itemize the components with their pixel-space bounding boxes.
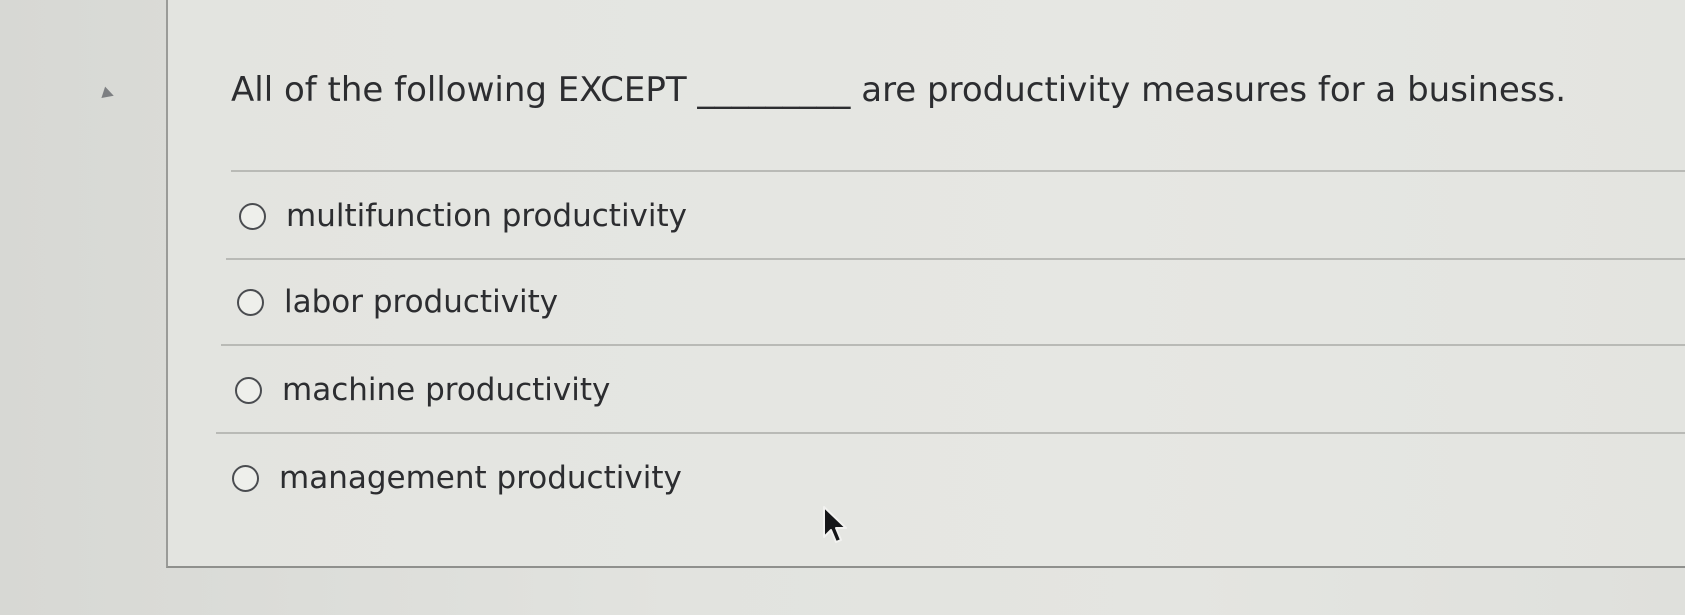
divider	[221, 344, 1685, 346]
question-prompt: All of the following EXCEPT _________ ar…	[231, 70, 1566, 110]
option-labor-productivity[interactable]: labor productivity	[237, 284, 558, 320]
divider	[226, 258, 1685, 260]
divider	[231, 170, 1685, 172]
divider	[216, 432, 1685, 434]
option-multifunction-productivity[interactable]: multifunction productivity	[239, 198, 687, 234]
mouse-pointer-icon	[823, 506, 847, 543]
option-management-productivity[interactable]: management productivity	[232, 460, 682, 496]
option-label: management productivity	[279, 460, 682, 496]
question-prompt-start: All of the following EXCEPT	[231, 70, 687, 110]
question-blank: _________	[697, 70, 851, 110]
option-machine-productivity[interactable]: machine productivity	[235, 372, 610, 408]
option-label: multifunction productivity	[286, 198, 688, 234]
option-label: machine productivity	[282, 372, 611, 408]
radio-unselected-icon[interactable]	[232, 464, 259, 492]
radio-unselected-icon[interactable]	[235, 376, 262, 404]
option-label: labor productivity	[284, 284, 559, 320]
radio-unselected-icon[interactable]	[237, 288, 264, 316]
radio-unselected-icon[interactable]	[239, 202, 266, 230]
question-prompt-end: are productivity measures for a business…	[861, 70, 1567, 110]
